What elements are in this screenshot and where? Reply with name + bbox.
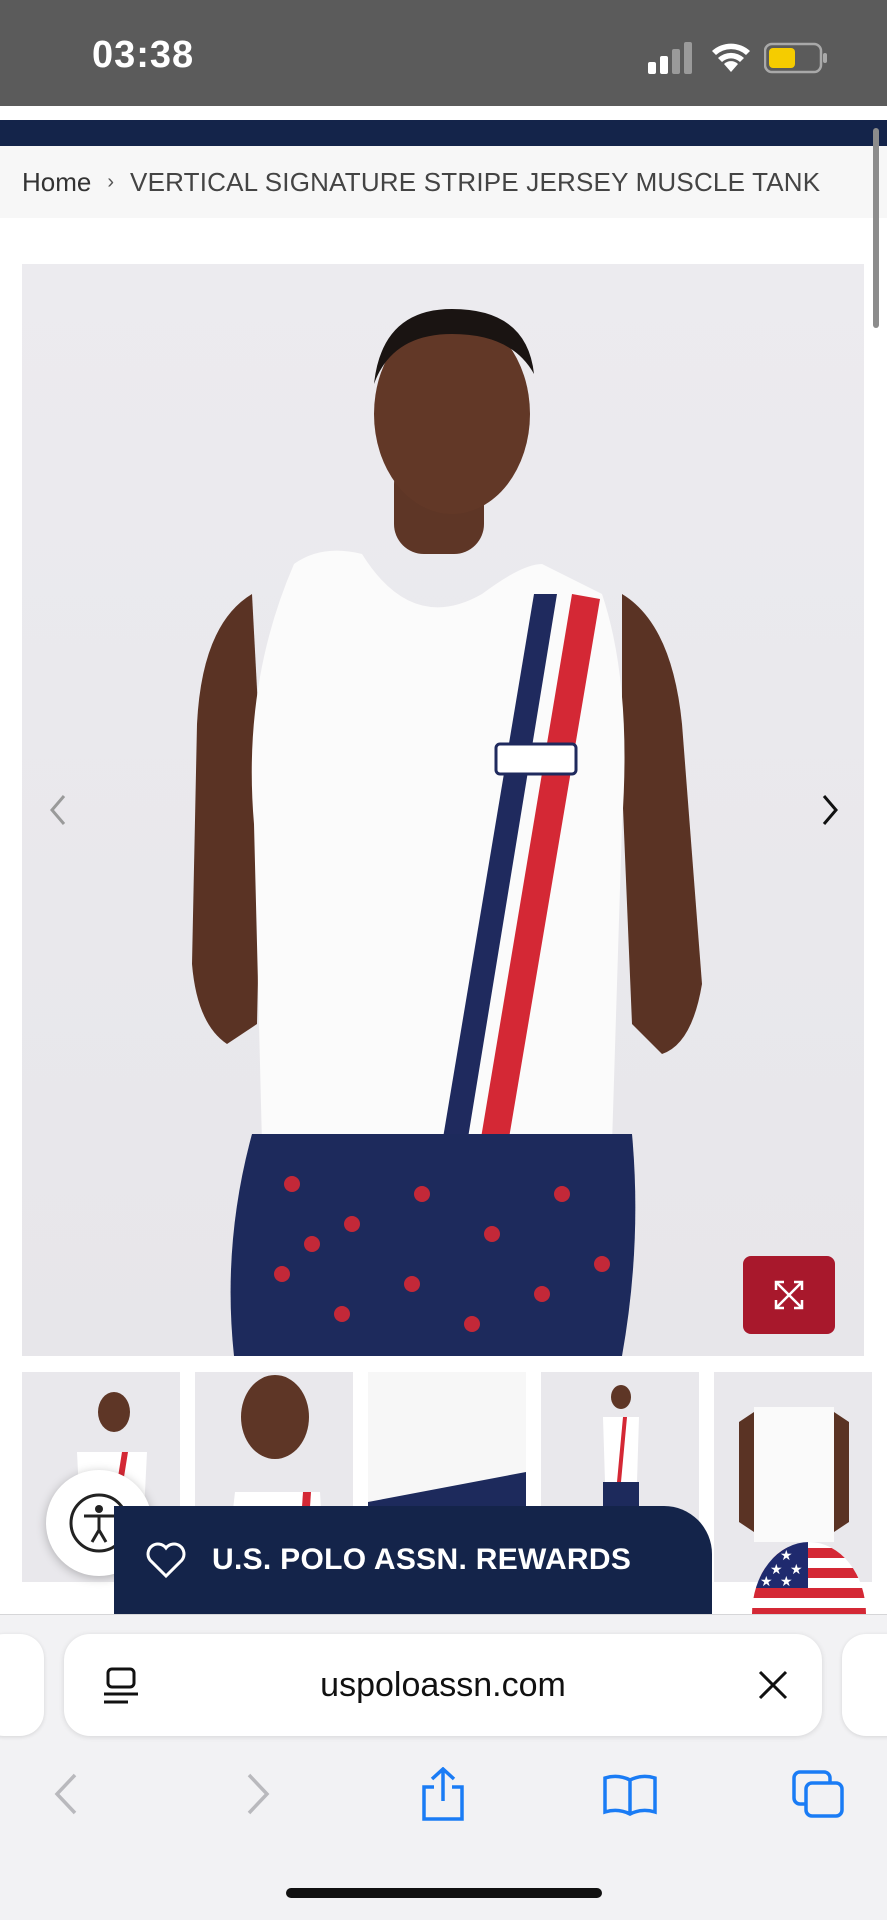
share-button[interactable] [415,1767,471,1821]
svg-text:★: ★ [780,1574,793,1590]
tabs-icon [792,1770,844,1818]
tabs-button[interactable] [790,1768,846,1820]
next-tab-preview[interactable] [842,1634,887,1736]
status-time: 03:38 [92,34,195,76]
breadcrumb-home-link[interactable]: Home [22,167,91,198]
expand-image-button[interactable] [743,1256,835,1334]
breadcrumb: Home › VERTICAL SIGNATURE STRIPE JERSEY … [0,146,887,218]
wifi-icon [712,43,750,72]
header-spacer [0,106,887,120]
url-text: uspoloassn.com [320,1665,566,1704]
heart-icon [146,1542,186,1579]
rewards-label: U.S. POLO ASSN. REWARDS [212,1543,632,1576]
back-button[interactable] [38,1768,94,1820]
share-icon [422,1767,464,1821]
site-header-bar [0,120,887,146]
home-indicator[interactable] [286,1888,602,1898]
book-icon [603,1774,657,1816]
address-bar[interactable]: uspoloassn.com [64,1634,822,1736]
status-bar: 03:38 [0,0,887,106]
chevron-right-icon[interactable] [816,790,844,830]
svg-text:★: ★ [760,1574,773,1590]
product-main-image[interactable] [22,264,864,1356]
previous-tab-preview[interactable] [0,1634,44,1736]
chevron-left-icon [54,1773,77,1815]
close-icon[interactable] [754,1666,792,1704]
scrollbar[interactable] [873,128,879,328]
us-flag-icon[interactable]: ★ ★ ★ ★ ★ ★ [752,1542,866,1614]
battery-icon [764,42,827,74]
expand-icon [774,1280,804,1310]
product-photo-illustration [192,309,702,1356]
chevron-right-icon [247,1773,270,1815]
cellular-signal-icon [648,42,692,74]
forward-button[interactable] [230,1768,286,1820]
chevron-left-icon[interactable] [44,790,72,830]
breadcrumb-separator: › [107,170,115,193]
bookmarks-button[interactable] [602,1768,658,1820]
rewards-banner[interactable]: U.S. POLO ASSN. REWARDS [114,1506,712,1614]
breadcrumb-current: VERTICAL SIGNATURE STRIPE JERSEY MUSCLE … [130,166,821,197]
